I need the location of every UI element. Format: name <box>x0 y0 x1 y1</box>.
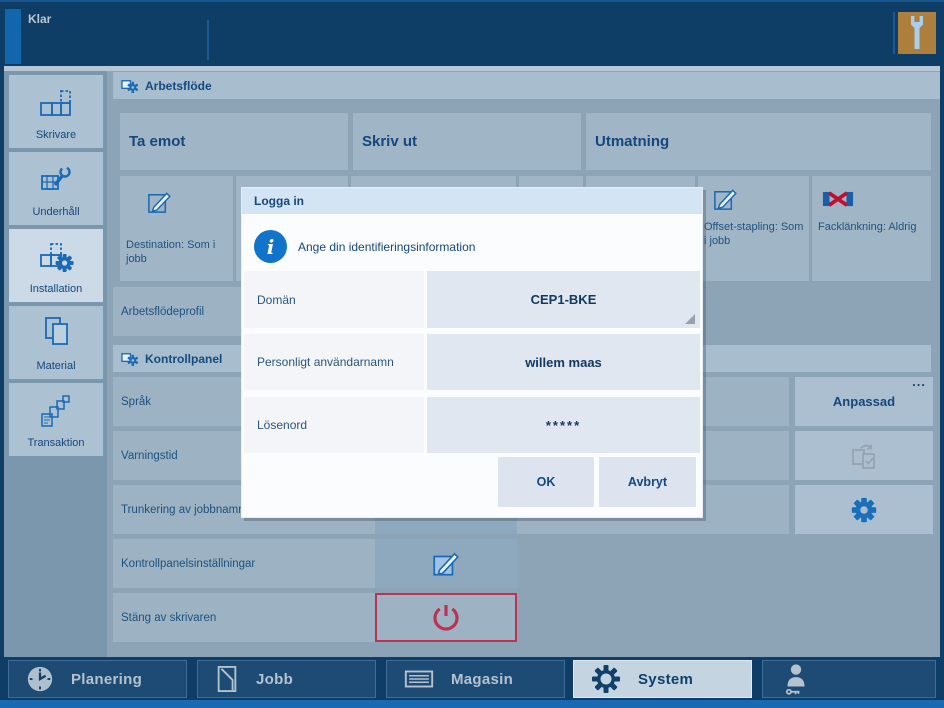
workflow-section-icon <box>121 77 138 94</box>
field-label-losenord: Lösenord <box>244 397 424 453</box>
dialog-title: Logga in <box>242 188 702 214</box>
sidebar-item-underhall[interactable]: Underhåll <box>9 152 103 225</box>
tray-icon <box>403 666 435 692</box>
status-accent-bar <box>5 9 21 64</box>
row-stang-av-skrivaren[interactable]: Stäng av skrivaren <box>113 593 517 642</box>
nav-user-login-button[interactable] <box>762 660 936 698</box>
column-header-skriv-ut: Skriv ut <box>353 113 581 170</box>
nav-tab-magasin[interactable]: Magasin <box>386 660 565 698</box>
job-document-icon <box>214 664 240 694</box>
more-options-dots[interactable]: ... <box>912 374 926 389</box>
content-top-highlight <box>4 66 940 71</box>
topbar-divider <box>893 12 895 54</box>
nav-tab-planering[interactable]: Planering <box>8 660 187 698</box>
row-kontrollpanelsinstallningar[interactable]: Kontrollpanelsinställningar <box>113 539 517 588</box>
printer-status-text: Klar <box>28 12 52 26</box>
gear-icon <box>849 495 879 525</box>
login-dialog: Logga in i Ange din identifieringsinform… <box>241 187 703 518</box>
sidebar-item-material[interactable]: Material <box>9 306 103 379</box>
media-sheets-icon <box>9 314 103 352</box>
nav-tab-system[interactable]: System <box>573 660 752 698</box>
wrench-icon <box>909 15 925 51</box>
bottom-accent-strip <box>0 700 944 708</box>
section-header-arbetsflode: Arbetsflöde <box>113 72 940 99</box>
gear-icon <box>590 663 622 695</box>
nav-tab-jobb[interactable]: Jobb <box>197 660 376 698</box>
edit-icon <box>146 189 173 216</box>
maintenance-icon <box>9 160 103 198</box>
sidebar-item-installation[interactable]: Installation <box>9 229 103 302</box>
top-status-bar: Klar <box>0 0 944 68</box>
clock-icon <box>25 664 55 694</box>
job-name-truncation-settings-button[interactable] <box>795 485 933 534</box>
installation-icon <box>9 237 103 275</box>
topbar-divider <box>207 20 209 60</box>
field-label-doman: Domän <box>244 271 424 328</box>
language-value-button-anpassad[interactable]: ... Anpassad <box>795 374 933 426</box>
setting-cell-facklankning[interactable]: Facklänkning: Aldrig <box>812 176 931 281</box>
panel-settings-edit-button[interactable] <box>375 539 517 588</box>
username-field[interactable]: willem maas <box>427 334 700 390</box>
edit-icon <box>712 186 739 213</box>
dropdown-grip-icon <box>685 314 695 324</box>
sidebar-item-skrivare[interactable]: Skrivare <box>9 75 103 148</box>
password-field[interactable]: ***** <box>427 397 700 453</box>
field-label-anvandarnamn: Personligt användarnamn <box>244 334 424 390</box>
domain-field[interactable]: CEP1-BKE <box>427 271 700 328</box>
warning-time-copy-button-disabled[interactable] <box>795 431 933 480</box>
setting-cell-offset-stapling[interactable]: Offset-stapling: Som i jobb <box>698 176 809 281</box>
screen: Klar Skrivare Underhåll Installation Mat… <box>0 0 944 708</box>
sidebar-item-transaktion[interactable]: Transaktion <box>9 383 103 456</box>
transaction-docs-icon <box>9 391 103 429</box>
fold-never-icon <box>822 189 854 210</box>
printer-icon <box>9 83 103 121</box>
edit-icon <box>431 549 461 579</box>
column-header-ta-emot: Ta emot <box>120 113 348 170</box>
control-panel-section-icon <box>121 350 138 367</box>
cancel-button[interactable]: Avbryt <box>599 457 696 507</box>
ok-button[interactable]: OK <box>498 457 594 507</box>
shutdown-printer-button[interactable] <box>375 593 517 642</box>
setting-cell-destination[interactable]: Destination: Som i jobb <box>120 176 233 281</box>
column-header-utmatning: Utmatning <box>586 113 931 170</box>
service-wrench-button[interactable] <box>898 12 936 54</box>
power-icon <box>430 602 462 634</box>
info-icon: i <box>254 230 287 263</box>
dialog-message: Ange din identifieringsinformation <box>298 239 476 254</box>
user-key-icon <box>779 662 813 696</box>
copy-settings-icon <box>848 440 880 472</box>
